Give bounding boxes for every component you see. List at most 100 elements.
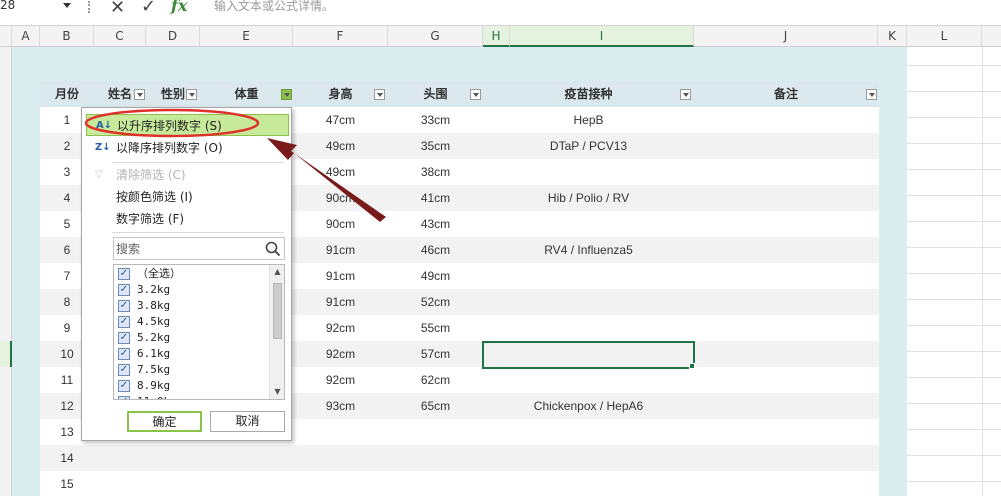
- cell-head[interactable]: 35cm: [388, 133, 483, 159]
- checkbox-checked-icon[interactable]: ✓: [118, 348, 130, 360]
- cell-height[interactable]: 91cm: [293, 237, 388, 263]
- cell-head[interactable]: 65cm: [388, 393, 483, 419]
- cell-head[interactable]: 49cm: [388, 263, 483, 289]
- color-filter-item[interactable]: 按颜色筛选 (I): [86, 186, 289, 208]
- col-header-c[interactable]: C: [94, 26, 146, 47]
- scroll-thumb[interactable]: [273, 283, 282, 339]
- col-header-f[interactable]: F: [293, 26, 388, 47]
- cell-height[interactable]: 93cm: [293, 393, 388, 419]
- cell-vaccine[interactable]: HepB: [483, 107, 694, 133]
- col-header-d[interactable]: D: [146, 26, 200, 47]
- filter-dropdown-gender[interactable]: [186, 89, 197, 100]
- filter-dropdown-name[interactable]: [134, 89, 145, 100]
- cell-head[interactable]: [388, 471, 483, 497]
- confirm-icon[interactable]: ✓: [141, 0, 156, 17]
- col-header-b[interactable]: B: [40, 26, 94, 47]
- cell-head[interactable]: 57cm: [388, 341, 483, 367]
- col-header-l[interactable]: L: [907, 26, 982, 47]
- checkbox-checked-icon[interactable]: ✓: [118, 300, 130, 312]
- cell-vaccine[interactable]: [483, 471, 694, 497]
- col-header-k[interactable]: K: [878, 26, 907, 47]
- filter-dropdown-weight[interactable]: [281, 89, 292, 100]
- checkbox-checked-icon[interactable]: ✓: [118, 316, 130, 328]
- number-filter-item[interactable]: 数字筛选 (F): [86, 208, 289, 230]
- cell-head[interactable]: 41cm: [388, 185, 483, 211]
- filter-value-item[interactable]: ✓ 11.0kg: [116, 394, 268, 399]
- filter-value-item[interactable]: ✓ （全选）: [116, 266, 268, 282]
- select-all-corner[interactable]: [0, 26, 12, 47]
- cell-vaccine[interactable]: [483, 419, 694, 445]
- checkbox-checked-icon[interactable]: ✓: [118, 380, 130, 392]
- col-header-j[interactable]: J: [694, 26, 878, 47]
- cell-vaccine[interactable]: [483, 263, 694, 289]
- filter-value-item[interactable]: ✓ 3.8kg: [116, 298, 268, 314]
- formula-input[interactable]: 输入文本或公式详情。: [214, 0, 334, 14]
- col-header-h[interactable]: H: [483, 26, 510, 47]
- cancel-icon[interactable]: ✕: [110, 0, 125, 18]
- checkbox-checked-icon[interactable]: ✓: [118, 284, 130, 296]
- cell-vaccine[interactable]: [483, 367, 694, 393]
- sort-ascending-item[interactable]: A↓ 以升序排列数字 (S): [86, 114, 289, 136]
- checkbox-checked-icon[interactable]: ✓: [118, 396, 130, 399]
- sort-descending-item[interactable]: Z↓ 以降序排列数字 (O): [86, 137, 289, 159]
- cell-head[interactable]: 52cm: [388, 289, 483, 315]
- cell-head[interactable]: 43cm: [388, 211, 483, 237]
- cell-height[interactable]: 47cm: [293, 107, 388, 133]
- cancel-button[interactable]: 取消: [210, 411, 285, 432]
- cell-head[interactable]: 46cm: [388, 237, 483, 263]
- row-header-selected[interactable]: [0, 341, 12, 367]
- cell-height[interactable]: 92cm: [293, 315, 388, 341]
- filter-value-item[interactable]: ✓ 3.2kg: [116, 282, 268, 298]
- filter-search-input[interactable]: [116, 240, 261, 257]
- cell-head[interactable]: [388, 445, 483, 471]
- scroll-down-icon[interactable]: ▼: [273, 387, 282, 397]
- cell-height[interactable]: [293, 445, 388, 471]
- cell-height[interactable]: 90cm: [293, 211, 388, 237]
- filter-value-item[interactable]: ✓ 8.9kg: [116, 378, 268, 394]
- cell-vaccine[interactable]: [483, 315, 694, 341]
- filter-value-item[interactable]: ✓ 6.1kg: [116, 346, 268, 362]
- filter-dropdown-notes[interactable]: [866, 89, 877, 100]
- filter-dropdown-head[interactable]: [470, 89, 481, 100]
- cell-height[interactable]: 91cm: [293, 289, 388, 315]
- cell-head[interactable]: 62cm: [388, 367, 483, 393]
- checkbox-checked-icon[interactable]: ✓: [118, 364, 130, 376]
- cell-height[interactable]: 49cm: [293, 159, 388, 185]
- checkbox-checked-icon[interactable]: ✓: [118, 268, 130, 280]
- checkbox-checked-icon[interactable]: ✓: [118, 332, 130, 344]
- col-header-e[interactable]: E: [200, 26, 293, 47]
- cell-vaccine[interactable]: Chickenpox / HepA6: [483, 393, 694, 419]
- cell-height[interactable]: 91cm: [293, 263, 388, 289]
- cell-month[interactable]: 15: [40, 471, 94, 497]
- cell-height[interactable]: [293, 419, 388, 445]
- filter-value-item[interactable]: ✓ 7.5kg: [116, 362, 268, 378]
- cell-vaccine[interactable]: Hib / Polio / RV: [483, 185, 694, 211]
- cell-vaccine[interactable]: DTaP / PCV13: [483, 133, 694, 159]
- filter-list-scrollbar[interactable]: ▲ ▼: [269, 265, 284, 399]
- cell-height[interactable]: 90cm: [293, 185, 388, 211]
- cell-head[interactable]: 33cm: [388, 107, 483, 133]
- search-icon[interactable]: [265, 241, 281, 257]
- cell-height[interactable]: [293, 471, 388, 497]
- selected-cell[interactable]: [482, 341, 695, 369]
- function-icon[interactable]: fx: [171, 0, 187, 15]
- name-box-dropdown-icon[interactable]: [63, 3, 71, 8]
- cell-head[interactable]: 55cm: [388, 315, 483, 341]
- cell-head[interactable]: 38cm: [388, 159, 483, 185]
- col-header-i[interactable]: I: [510, 26, 694, 47]
- cell-vaccine[interactable]: RV4 / Influenza5: [483, 237, 694, 263]
- ok-button[interactable]: 确定: [127, 411, 202, 432]
- fill-handle[interactable]: [689, 363, 695, 369]
- scroll-up-icon[interactable]: ▲: [273, 267, 282, 277]
- filter-value-item[interactable]: ✓ 5.2kg: [116, 330, 268, 346]
- cell-vaccine[interactable]: [483, 159, 694, 185]
- cell-vaccine[interactable]: [483, 289, 694, 315]
- cell-vaccine[interactable]: [483, 445, 694, 471]
- cell-head[interactable]: [388, 419, 483, 445]
- filter-dropdown-height[interactable]: [374, 89, 385, 100]
- col-header-a[interactable]: A: [12, 26, 40, 47]
- cell-vaccine[interactable]: [483, 211, 694, 237]
- cell-height[interactable]: 92cm: [293, 341, 388, 367]
- col-header-g[interactable]: G: [388, 26, 483, 47]
- filter-dropdown-vaccine[interactable]: [680, 89, 691, 100]
